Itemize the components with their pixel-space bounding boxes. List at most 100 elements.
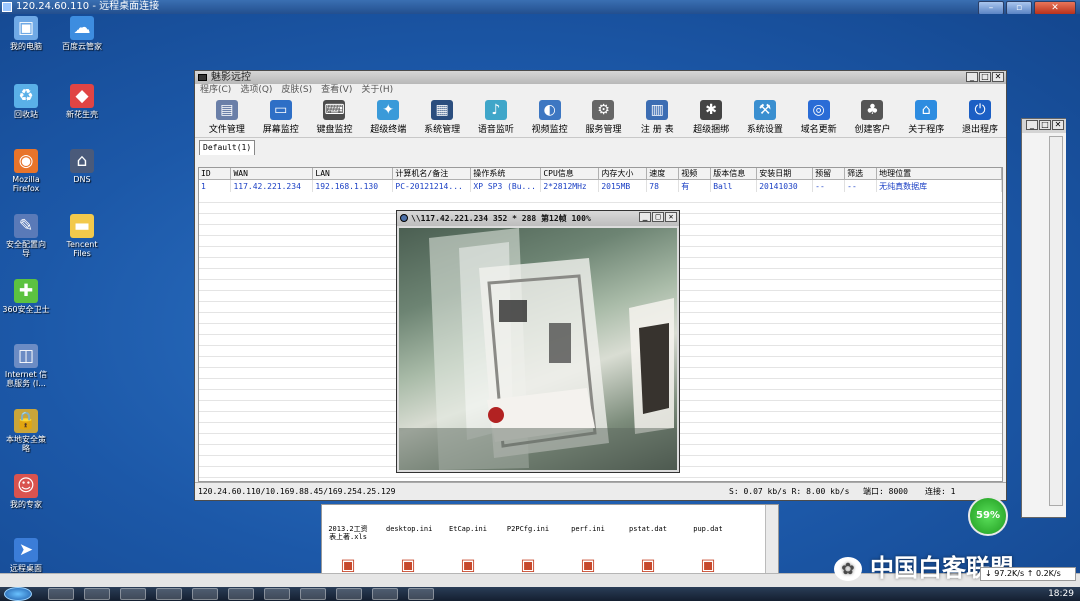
column-header[interactable]: CPU信息 [540, 168, 600, 180]
taskbar-button[interactable] [336, 588, 362, 600]
column-header[interactable]: 速度 [646, 168, 680, 180]
toolbar-button[interactable]: ⏻ 退出程序 [954, 97, 1006, 137]
desktop-icon[interactable]: ♻ 回收站 [0, 84, 52, 119]
toolbar-button-label: 退出程序 [962, 125, 999, 135]
file-item[interactable]: 2013.2工资 表上著.xls [326, 505, 370, 541]
toolbar-button[interactable]: ⚒ 系统设置 [739, 97, 791, 137]
desktop-icon[interactable]: ◆ 新花生壳 [56, 84, 108, 119]
wechat-icon: ✿ [834, 557, 862, 581]
menu-item[interactable]: 选项(Q) [240, 84, 272, 97]
taskbar-button[interactable] [120, 588, 146, 600]
taskbar-button[interactable] [192, 588, 218, 600]
maximize-button[interactable]: □ [1039, 120, 1051, 130]
column-header[interactable]: ID [199, 168, 232, 180]
column-header[interactable]: 筛选 [844, 168, 878, 180]
toolbar-button[interactable]: ✱ 超级捆绑 [685, 97, 737, 137]
domain-update-icon: ◎ [807, 100, 830, 120]
webcam-feed [399, 228, 677, 470]
maximize-button[interactable]: □ [652, 212, 664, 222]
clock[interactable]: 18:29 [1048, 587, 1074, 601]
desktop-icon[interactable]: ◉ Mozilla Firefox [0, 149, 52, 193]
column-header[interactable]: 视频 [678, 168, 712, 180]
toolbar-button[interactable]: ◎ 域名更新 [793, 97, 845, 137]
toolbar-button[interactable]: ♪ 语音监听 [470, 97, 522, 137]
menu-item[interactable]: 程序(C) [200, 84, 231, 97]
file-icon[interactable]: ▣ [506, 555, 550, 574]
file-item[interactable]: pstat.dat [626, 505, 670, 541]
column-header[interactable]: LAN [312, 168, 394, 180]
taskbar-button[interactable] [264, 588, 290, 600]
taskbar-button[interactable] [300, 588, 326, 600]
menu-item[interactable]: 查看(V) [321, 84, 352, 97]
close-button[interactable]: ✕ [992, 72, 1004, 82]
minimize-button[interactable]: _ [1026, 120, 1038, 130]
tab-default[interactable]: Default(1) [199, 140, 256, 155]
close-button[interactable]: ✕ [1034, 1, 1076, 15]
table-cell: 192.168.1.130 [312, 179, 394, 192]
menu-item[interactable]: 关于(H) [361, 84, 393, 97]
column-header[interactable]: WAN [230, 168, 314, 180]
taskbar-button[interactable] [228, 588, 254, 600]
file-item[interactable]: EtCap.ini [446, 505, 490, 541]
menu-item[interactable]: 皮肤(S) [281, 84, 312, 97]
file-icon[interactable]: ▣ [626, 555, 670, 574]
table-row[interactable]: 1 117.42.221.234 192.168.1.130 PC-20121214.… [199, 179, 1002, 192]
column-header[interactable]: 内存大小 [598, 168, 648, 180]
column-header[interactable]: 操作系统 [470, 168, 542, 180]
toolbar-button[interactable]: ▦ 系统管理 [416, 97, 468, 137]
desktop-icon[interactable]: ▣ 我的电脑 [0, 16, 52, 51]
desktop-icon[interactable]: ✚ 360安全卫士 [0, 279, 52, 314]
file-icon[interactable]: ▣ [386, 555, 430, 574]
desktop-icon[interactable]: ☁ 百度云管家 [56, 16, 108, 51]
minimize-button[interactable]: _ [966, 72, 978, 82]
close-button[interactable]: ✕ [1052, 120, 1064, 130]
column-header[interactable]: 版本信息 [710, 168, 758, 180]
file-icon[interactable]: ▣ [686, 555, 730, 574]
maximize-button[interactable]: ▫ [1006, 1, 1032, 15]
file-item[interactable]: pup.dat [686, 505, 730, 541]
computer-icon: ▣ [14, 16, 38, 40]
minimize-button[interactable]: _ [639, 212, 651, 222]
table-cell: 有 [678, 179, 712, 192]
toolbar-button[interactable]: ♣ 创建客户 [847, 97, 899, 137]
vertical-scrollbar[interactable] [1049, 136, 1063, 506]
column-header[interactable]: 安装日期 [756, 168, 814, 180]
column-header[interactable]: 预留 [812, 168, 846, 180]
taskbar-button[interactable] [84, 588, 110, 600]
desktop-icon[interactable]: ▬ Tencent Files [56, 214, 108, 258]
minimize-button[interactable]: – [978, 1, 1004, 15]
taskbar-button[interactable] [156, 588, 182, 600]
toolbar-button[interactable]: ▭ 屏幕监控 [255, 97, 307, 137]
toolbar-button[interactable]: ✦ 超级终端 [362, 97, 414, 137]
desktop-icon[interactable]: ☺ 我的专家 [0, 474, 52, 509]
network-usage-widget[interactable]: 59% [968, 496, 1008, 536]
folder-icon: ▬ [70, 214, 94, 238]
file-icon[interactable]: ▣ [326, 555, 370, 574]
taskbar-button[interactable] [372, 588, 398, 600]
file-icon[interactable]: ▣ [566, 555, 610, 574]
file-icon[interactable]: ▣ [446, 555, 490, 574]
toolbar-button[interactable]: ⌂ 关于程序 [900, 97, 952, 137]
toolbar-button[interactable]: ▥ 注 册 表 [631, 97, 683, 137]
file-item[interactable]: desktop.ini [386, 505, 432, 541]
taskbar-button[interactable] [408, 588, 434, 600]
toolbar-button-label: 键盘监控 [316, 125, 353, 135]
column-header[interactable]: 计算机名/备注 [392, 168, 472, 180]
taskbar-button[interactable] [48, 588, 74, 600]
close-button[interactable]: ✕ [665, 212, 677, 222]
desktop-icon[interactable]: ✎ 安全配置向 导 [0, 214, 52, 258]
toolbar-button[interactable]: ⚙ 服务管理 [578, 97, 630, 137]
column-header[interactable]: 地理位置 [876, 168, 1002, 180]
toolbar-button[interactable]: ◐ 视频监控 [524, 97, 576, 137]
toolbar-button[interactable]: ⌨ 键盘监控 [309, 97, 361, 137]
desktop-icon[interactable]: 🔒 本地安全策 略 [0, 409, 52, 453]
desktop-icon[interactable]: ◫ Internet 信 息服务 (I... [0, 344, 52, 388]
taskbar: 18:29 [0, 587, 1080, 601]
file-item[interactable]: P2PCfg.ini [506, 505, 550, 541]
file-item[interactable]: perf.ini [566, 505, 610, 541]
toolbar-button[interactable]: ▤ 文件管理 [201, 97, 253, 137]
desktop-icon[interactable]: ⌂ DNS [56, 149, 108, 184]
start-button[interactable] [4, 587, 32, 601]
maximize-button[interactable]: □ [979, 72, 991, 82]
toolbar-button-label: 域名更新 [800, 125, 837, 135]
